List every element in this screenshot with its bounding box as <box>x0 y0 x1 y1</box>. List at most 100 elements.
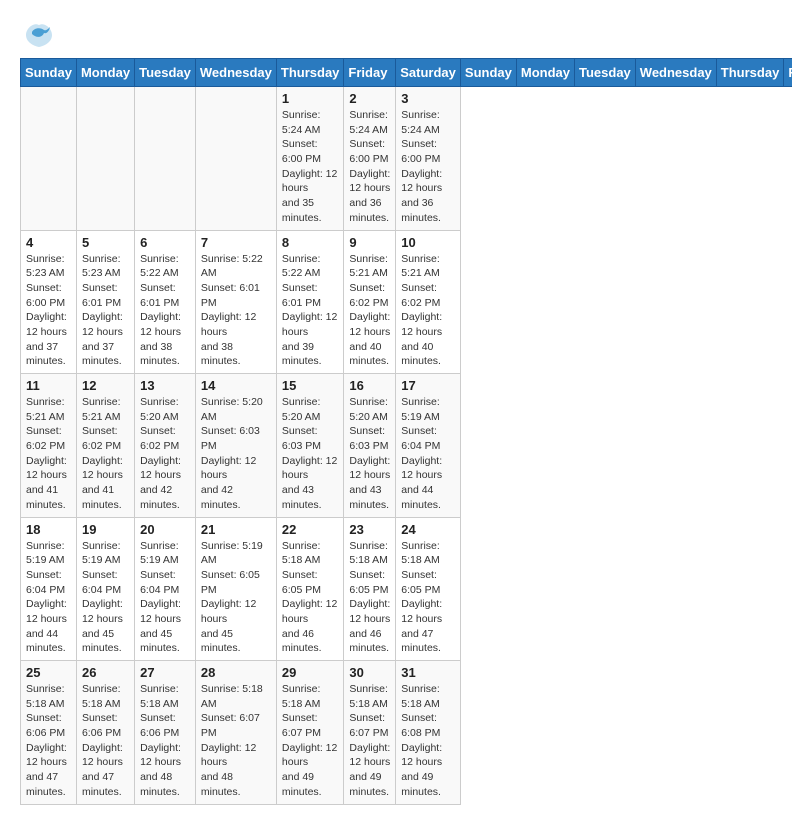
day-detail: Sunrise: 5:18 AM Sunset: 6:05 PM Dayligh… <box>401 539 455 657</box>
day-detail: Sunrise: 5:18 AM Sunset: 6:07 PM Dayligh… <box>349 682 390 800</box>
day-of-week-sunday: Sunday <box>21 59 77 87</box>
day-of-week-wednesday: Wednesday <box>195 59 276 87</box>
day-detail: Sunrise: 5:18 AM Sunset: 6:07 PM Dayligh… <box>282 682 339 800</box>
day-detail: Sunrise: 5:18 AM Sunset: 6:08 PM Dayligh… <box>401 682 455 800</box>
day-number: 3 <box>401 91 455 106</box>
calendar-cell: 27Sunrise: 5:18 AM Sunset: 6:06 PM Dayli… <box>135 661 196 805</box>
day-detail: Sunrise: 5:19 AM Sunset: 6:04 PM Dayligh… <box>140 539 190 657</box>
day-number: 12 <box>82 378 129 393</box>
day-number: 1 <box>282 91 339 106</box>
day-number: 21 <box>201 522 271 537</box>
calendar-cell: 24 Sunrise: 5:18 AM Sunset: 6:05 PM Dayli… <box>396 517 461 661</box>
calendar-cell: 16 Sunrise: 5:20 AM Sunset: 6:03 PM Dayli… <box>344 374 396 518</box>
day-detail: Sunrise: 5:22 AM Sunset: 6:01 PM Dayligh… <box>282 252 339 370</box>
day-number: 8 <box>282 235 339 250</box>
logo <box>20 20 52 48</box>
day-number: 4 <box>26 235 71 250</box>
day-detail: Sunrise: 5:18 AM Sunset: 6:06 PM Dayligh… <box>26 682 71 800</box>
calendar-cell: 10Sunrise: 5:21 AM Sunset: 6:02 PM Dayli… <box>396 230 461 374</box>
calendar-header-row: SundayMondayTuesdayWednesdayThursdayFrid… <box>21 59 792 87</box>
logo-bird-icon <box>24 20 52 48</box>
day-detail: Sunrise: 5:19 AM Sunset: 6:04 PM Dayligh… <box>26 539 71 657</box>
day-detail: Sunrise: 5:22 AM Sunset: 6:01 PM Dayligh… <box>140 252 190 370</box>
day-header-friday: Friday <box>784 59 792 87</box>
day-number: 16 <box>349 378 390 393</box>
calendar-cell: 2Sunrise: 5:24 AM Sunset: 6:00 PM Daylig… <box>344 87 396 231</box>
calendar-cell: 7Sunrise: 5:22 AM Sunset: 6:01 PM Daylig… <box>195 230 276 374</box>
day-detail: Sunrise: 5:20 AM Sunset: 6:03 PM Dayligh… <box>282 395 339 513</box>
calendar-cell: 29 Sunrise: 5:18 AM Sunset: 6:07 PM Dayli… <box>276 661 344 805</box>
day-number: 9 <box>349 235 390 250</box>
day-detail: Sunrise: 5:23 AM Sunset: 6:00 PM Dayligh… <box>26 252 71 370</box>
calendar-cell: 9 Sunrise: 5:21 AM Sunset: 6:02 PM Daylig… <box>344 230 396 374</box>
calendar-cell: 31 Sunrise: 5:18 AM Sunset: 6:08 PM Dayli… <box>396 661 461 805</box>
day-number: 31 <box>401 665 455 680</box>
day-number: 19 <box>82 522 129 537</box>
day-number: 13 <box>140 378 190 393</box>
day-detail: Sunrise: 5:19 AM Sunset: 6:05 PM Dayligh… <box>201 539 271 657</box>
calendar-cell: 25 Sunrise: 5:18 AM Sunset: 6:06 PM Dayli… <box>21 661 77 805</box>
calendar-cell: 19 Sunrise: 5:19 AM Sunset: 6:04 PM Dayli… <box>76 517 134 661</box>
day-number: 14 <box>201 378 271 393</box>
page-header <box>20 20 772 48</box>
day-number: 17 <box>401 378 455 393</box>
calendar-cell: 4 Sunrise: 5:23 AM Sunset: 6:00 PM Daylig… <box>21 230 77 374</box>
day-number: 7 <box>201 235 271 250</box>
calendar-cell <box>76 87 134 231</box>
calendar-cell: 30 Sunrise: 5:18 AM Sunset: 6:07 PM Dayli… <box>344 661 396 805</box>
calendar-cell: 21 Sunrise: 5:19 AM Sunset: 6:05 PM Dayli… <box>195 517 276 661</box>
day-detail: Sunrise: 5:19 AM Sunset: 6:04 PM Dayligh… <box>82 539 129 657</box>
day-detail: Sunrise: 5:18 AM Sunset: 6:05 PM Dayligh… <box>349 539 390 657</box>
day-number: 6 <box>140 235 190 250</box>
day-detail: Sunrise: 5:20 AM Sunset: 6:02 PM Dayligh… <box>140 395 190 513</box>
day-detail: Sunrise: 5:21 AM Sunset: 6:02 PM Dayligh… <box>26 395 71 513</box>
day-header-sunday: Sunday <box>460 59 516 87</box>
calendar-cell: 11Sunrise: 5:21 AM Sunset: 6:02 PM Dayli… <box>21 374 77 518</box>
day-header-thursday: Thursday <box>716 59 784 87</box>
calendar-table: SundayMondayTuesdayWednesdayThursdayFrid… <box>20 58 792 805</box>
calendar-cell: 15 Sunrise: 5:20 AM Sunset: 6:03 PM Dayli… <box>276 374 344 518</box>
day-header-wednesday: Wednesday <box>635 59 716 87</box>
calendar-cell: 20 Sunrise: 5:19 AM Sunset: 6:04 PM Dayli… <box>135 517 196 661</box>
calendar-cell: 1Sunrise: 5:24 AM Sunset: 6:00 PM Daylig… <box>276 87 344 231</box>
day-number: 22 <box>282 522 339 537</box>
day-header-tuesday: Tuesday <box>575 59 636 87</box>
calendar-cell: 8 Sunrise: 5:22 AM Sunset: 6:01 PM Daylig… <box>276 230 344 374</box>
day-detail: Sunrise: 5:18 AM Sunset: 6:05 PM Dayligh… <box>282 539 339 657</box>
calendar-cell: 18Sunrise: 5:19 AM Sunset: 6:04 PM Dayli… <box>21 517 77 661</box>
day-detail: Sunrise: 5:21 AM Sunset: 6:02 PM Dayligh… <box>82 395 129 513</box>
calendar-cell <box>135 87 196 231</box>
day-number: 30 <box>349 665 390 680</box>
day-number: 23 <box>349 522 390 537</box>
calendar-week-row: 11Sunrise: 5:21 AM Sunset: 6:02 PM Dayli… <box>21 374 792 518</box>
calendar-cell: 5 Sunrise: 5:23 AM Sunset: 6:01 PM Daylig… <box>76 230 134 374</box>
day-detail: Sunrise: 5:18 AM Sunset: 6:06 PM Dayligh… <box>140 682 190 800</box>
day-detail: Sunrise: 5:21 AM Sunset: 6:02 PM Dayligh… <box>349 252 390 370</box>
day-detail: Sunrise: 5:21 AM Sunset: 6:02 PM Dayligh… <box>401 252 455 370</box>
calendar-cell: 17 Sunrise: 5:19 AM Sunset: 6:04 PM Dayli… <box>396 374 461 518</box>
calendar-cell: 22 Sunrise: 5:18 AM Sunset: 6:05 PM Dayli… <box>276 517 344 661</box>
calendar-cell <box>21 87 77 231</box>
day-number: 28 <box>201 665 271 680</box>
calendar-cell: 12 Sunrise: 5:21 AM Sunset: 6:02 PM Dayli… <box>76 374 134 518</box>
day-detail: Sunrise: 5:23 AM Sunset: 6:01 PM Dayligh… <box>82 252 129 370</box>
day-of-week-friday: Friday <box>344 59 396 87</box>
calendar-week-row: 4 Sunrise: 5:23 AM Sunset: 6:00 PM Daylig… <box>21 230 792 374</box>
calendar-cell: 13 Sunrise: 5:20 AM Sunset: 6:02 PM Dayli… <box>135 374 196 518</box>
day-of-week-tuesday: Tuesday <box>135 59 196 87</box>
calendar-cell: 26Sunrise: 5:18 AM Sunset: 6:06 PM Dayli… <box>76 661 134 805</box>
day-of-week-saturday: Saturday <box>396 59 461 87</box>
day-number: 5 <box>82 235 129 250</box>
day-number: 15 <box>282 378 339 393</box>
day-number: 24 <box>401 522 455 537</box>
calendar-cell: 3Sunrise: 5:24 AM Sunset: 6:00 PM Daylig… <box>396 87 461 231</box>
day-number: 20 <box>140 522 190 537</box>
day-header-monday: Monday <box>516 59 574 87</box>
calendar-cell: 14Sunrise: 5:20 AM Sunset: 6:03 PM Dayli… <box>195 374 276 518</box>
calendar-week-row: 18Sunrise: 5:19 AM Sunset: 6:04 PM Dayli… <box>21 517 792 661</box>
day-number: 29 <box>282 665 339 680</box>
day-detail: Sunrise: 5:19 AM Sunset: 6:04 PM Dayligh… <box>401 395 455 513</box>
day-detail: Sunrise: 5:20 AM Sunset: 6:03 PM Dayligh… <box>349 395 390 513</box>
day-number: 2 <box>349 91 390 106</box>
day-number: 25 <box>26 665 71 680</box>
